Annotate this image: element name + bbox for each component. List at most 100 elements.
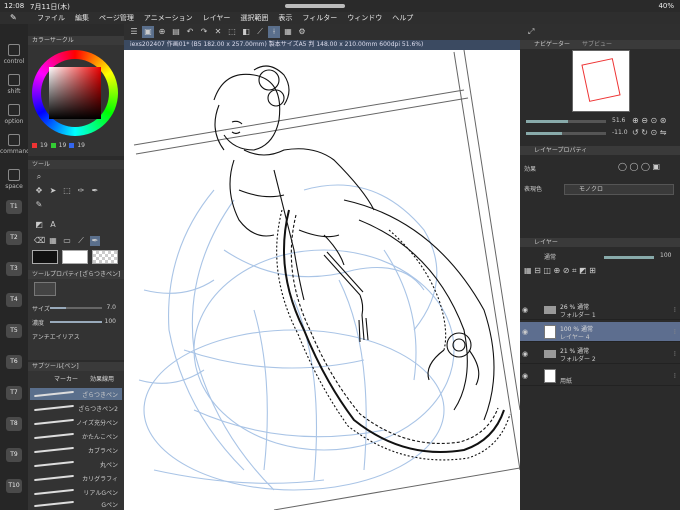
menu-page[interactable]: ページ管理 [94,13,139,23]
antialias-row[interactable]: アンチエイリアス [32,332,120,341]
snap-special-ruler-icon[interactable]: ⟊ [268,26,280,38]
rotate-buttons-icon[interactable]: ↺ ↻ ⊙ ⇋ [632,128,666,137]
subview-tab[interactable]: サブビュー [582,41,612,48]
sub-color-swatch[interactable] [62,250,88,264]
size-slider[interactable] [50,307,102,309]
blend-mode-select[interactable]: 通常 [544,252,556,261]
tkey-7[interactable]: T7 [6,386,22,400]
layer-action-icons[interactable]: ▦ ⊟ ◫ ⊕ ⊘ ⌗ ◩ ⊞ [524,266,674,276]
maximize-icon[interactable]: ⤢ [528,27,534,37]
visibility-eye-icon[interactable]: ◉ [522,350,528,358]
snap-ruler-icon[interactable]: ⟋ [254,26,266,38]
menu-edit[interactable]: 編集 [70,13,94,23]
active-tool-icon[interactable]: ✒ [90,236,100,246]
select-tool-icon[interactable]: ⬚ [62,186,72,196]
main-color-swatch[interactable] [32,250,58,264]
brush-item[interactable]: カブラペン [30,444,122,456]
gradient-tool-icon[interactable]: ▦ [48,236,58,246]
brush-item[interactable]: ノイズ充分ペン [30,416,122,428]
menu-help[interactable]: ヘルプ [387,13,418,23]
text-tool-icon[interactable]: A [48,220,58,230]
visibility-eye-icon[interactable]: ◉ [522,328,528,336]
layer-select-icon[interactable]: ▣ [142,26,154,38]
drag-handle-icon[interactable]: ⁞ [674,328,676,336]
settings-icon[interactable]: ⚙ [296,26,308,38]
brush-tool-icon[interactable]: ✎ [34,200,44,210]
visibility-eye-icon[interactable]: ◉ [522,306,528,314]
brush-item[interactable]: ざらつきペン2 [30,402,122,414]
eyedropper-icon[interactable]: ✑ [76,186,86,196]
new-file-icon[interactable]: ⊕ [156,26,168,38]
zoom-tool-icon[interactable]: ⌕ [34,172,44,182]
transform-icon[interactable]: ⬚ [226,26,238,38]
brush-item[interactable]: Gペン [30,498,122,510]
menu-window[interactable]: ウィンドウ [342,13,387,23]
snap-grid-icon[interactable]: ▦ [282,26,294,38]
rotation-slider[interactable] [526,132,606,135]
menu-filter[interactable]: フィルター [297,13,342,23]
tkey-10[interactable]: T10 [6,479,22,493]
canvas-area[interactable] [124,50,520,510]
operation-tool-icon[interactable]: ➤ [48,186,58,196]
fill-icon[interactable]: ◧ [240,26,252,38]
density-slider[interactable] [50,321,102,323]
brush-item[interactable]: カリグラフィ [30,472,122,484]
navigator-view-frame[interactable] [581,58,621,102]
tkey-2[interactable]: T2 [6,231,22,245]
layer-row[interactable]: ◉ 21 % 通常 フォルダー 2 ⁞ [520,344,680,364]
r-value[interactable]: 19 [40,142,48,149]
app-menu-button[interactable]: ✎ [0,12,32,24]
modifier-space[interactable]: space [0,169,28,190]
density-row[interactable]: 濃度 100 [32,318,120,327]
subtool-tab-marker[interactable]: マーカー [54,374,78,383]
layer-row[interactable]: ◉ 100 % 通常 レイヤー 4 ⁞ [520,322,680,342]
b-value[interactable]: 19 [77,142,85,149]
save-icon[interactable]: ▤ [170,26,182,38]
modifier-shift[interactable]: shift [0,74,28,95]
layer-opacity-slider[interactable] [604,256,654,259]
drawing-canvas[interactable] [124,50,520,510]
move-tool-icon[interactable]: ✥ [34,186,44,196]
tkey-3[interactable]: T3 [6,262,22,276]
undo-icon[interactable]: ↶ [184,26,196,38]
menu-layer[interactable]: レイヤー [198,13,236,23]
express-color-select[interactable]: モノクロ [564,184,674,195]
g-value[interactable]: 19 [59,142,67,149]
hamburger-icon[interactable]: ☰ [128,26,140,38]
clear-icon[interactable]: ✕ [212,26,224,38]
layer-row[interactable]: ◉ 26 % 通常 フォルダー 1 ⁞ [520,300,680,320]
drag-handle-icon[interactable]: ⁞ [674,306,676,314]
brush-item[interactable]: ざらつきペン [30,388,122,400]
transparent-color-swatch[interactable] [92,250,118,264]
layer-row[interactable]: ◉ 用紙 ⁞ [520,366,680,386]
tkey-9[interactable]: T9 [6,448,22,462]
ruler-tool-icon[interactable]: ⟋ [76,236,86,246]
drag-handle-icon[interactable]: ⁞ [674,350,676,358]
tkey-1[interactable]: T1 [6,200,22,214]
document-tab[interactable]: iexs202407 作画01* (B5 182.00 x 257.00mm) … [124,40,520,50]
eraser-tool-icon[interactable]: ⌫ [34,236,45,246]
brush-item[interactable]: リアルGペン [30,486,122,498]
tkey-4[interactable]: T4 [6,293,22,307]
zoom-slider[interactable] [526,120,606,123]
pen-tool-icon[interactable]: ✒ [90,186,100,196]
saturation-value-square[interactable] [49,67,101,119]
redo-icon[interactable]: ↷ [198,26,210,38]
figure-tool-icon[interactable]: ▭ [62,236,72,246]
menu-file[interactable]: ファイル [32,13,70,23]
fill-tool-icon[interactable]: ◩ [34,220,44,230]
modifier-control[interactable]: control [0,44,28,65]
tkey-5[interactable]: T5 [6,324,22,338]
zoom-buttons-icon[interactable]: ⊕ ⊖ ⊙ ⊛ [632,116,666,125]
tkey-8[interactable]: T8 [6,417,22,431]
modifier-option[interactable]: option [0,104,28,125]
menu-animation[interactable]: アニメーション [139,13,198,23]
visibility-eye-icon[interactable]: ◉ [522,372,528,380]
hue-ring[interactable] [32,50,118,136]
menu-selection[interactable]: 選択範囲 [235,13,273,23]
size-row[interactable]: サイズ 7.0 [32,304,120,313]
drag-handle-icon[interactable]: ⁞ [674,372,676,380]
navigator-title[interactable]: ナビゲーター [534,41,570,48]
multitask-indicator[interactable] [285,4,345,8]
menu-view[interactable]: 表示 [273,13,297,23]
